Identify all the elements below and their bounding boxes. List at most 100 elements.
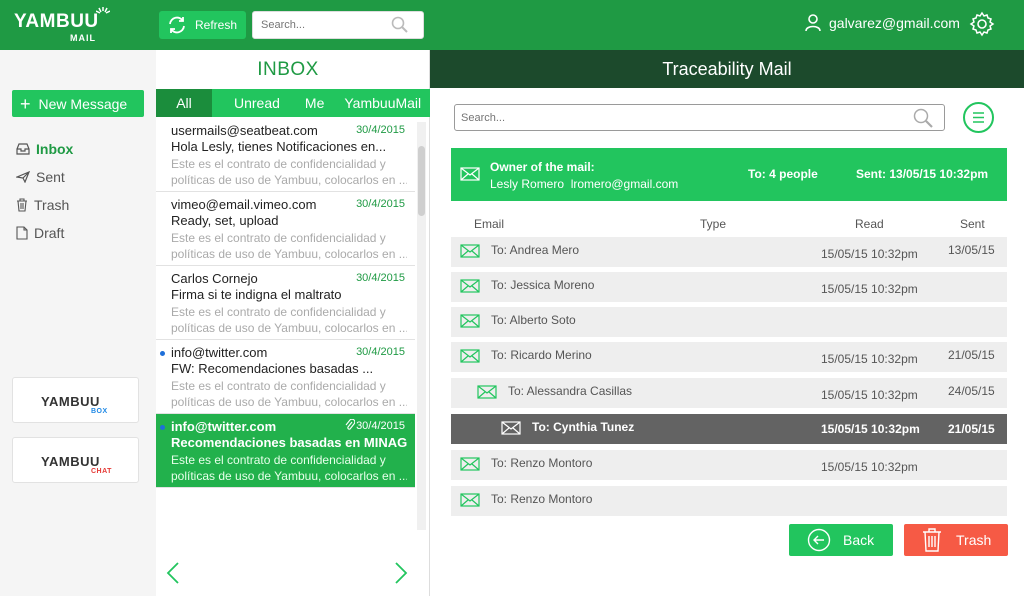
mail-list-item[interactable]: Carlos Cornejo 30/4/2015 Firma si te ind… [156, 266, 415, 340]
back-button[interactable]: Back [789, 524, 893, 556]
column-header-sent: Sent [960, 217, 985, 231]
preview-line: Este es el contrato de confidencialidad … [171, 231, 386, 245]
sidebar-item-label: Draft [34, 225, 65, 241]
envelope-icon [460, 279, 480, 293]
trash-icon [923, 528, 941, 552]
trace-row-selected[interactable]: To: Cynthia Tunez 15/05/15 10:32pm 21/05/1… [451, 414, 1007, 444]
preview-line: Este es el contrato de confidencialidad … [171, 453, 386, 467]
read-timestamp: 15/05/15 10:32pm [821, 352, 918, 366]
owner-summary-bar: Owner of the mail: Lesly Romero lromero@… [451, 148, 1007, 201]
trace-row[interactable]: To: Alberto Soto [451, 307, 1007, 337]
sidebar-item-draft[interactable]: Draft [16, 225, 64, 241]
mail-list-item[interactable]: info@twitter.com 30/4/2015 FW: Recomenda… [156, 340, 415, 414]
read-timestamp: 15/05/15 10:32pm [821, 282, 918, 296]
yambuu-chat-app[interactable]: YAMBUU CHAT [12, 437, 139, 483]
mail-preview: Este es el contrato de confidencialidad … [171, 156, 407, 188]
mail-list-item[interactable]: usermails@seatbeat.com 30/4/2015 Hola Le… [156, 118, 415, 192]
envelope-icon [460, 167, 480, 181]
tab-unread[interactable]: Unread [234, 89, 280, 117]
trace-panel-title: Traceability Mail [430, 50, 1024, 88]
trace-search-input[interactable] [455, 105, 895, 130]
read-timestamp: 15/05/15 10:32pm [821, 422, 920, 436]
recipient-name: To: Jessica Moreno [491, 278, 595, 292]
sent-label: Sent: [856, 167, 886, 181]
recipient-name: To: Alessandra Casillas [508, 384, 633, 398]
sent-value: 13/05/15 10:32pm [889, 167, 989, 181]
yambuu-mail-logo[interactable]: YAMBUU MAIL [14, 7, 114, 45]
top-search-input[interactable] [253, 12, 383, 38]
recipient-name: To: Ricardo Merino [491, 348, 592, 362]
plus-icon: + [20, 93, 31, 114]
yambuu-box-app[interactable]: YAMBUU BOX [12, 377, 139, 423]
scrollbar-thumb[interactable] [418, 146, 425, 216]
logo-subtext: MAIL [70, 33, 96, 43]
back-label: Back [843, 532, 875, 548]
new-message-button[interactable]: + New Message [12, 90, 144, 117]
arrow-left-circle-icon [807, 528, 831, 552]
trash-icon [17, 198, 27, 212]
search-icon[interactable] [912, 107, 934, 129]
mail-subject: Firma si te indigna el maltrato [171, 287, 342, 302]
recipient-count: To: 4 people [748, 167, 818, 181]
sent-date: 13/05/15 [948, 243, 995, 257]
tab-all[interactable]: All [156, 89, 212, 117]
mail-list-item[interactable]: vimeo@email.vimeo.com 30/4/2015 Ready, s… [156, 192, 415, 266]
trash-button[interactable]: Trash [904, 524, 1008, 556]
trace-row[interactable]: To: Ricardo Merino 15/05/15 10:32pm 21/05/… [451, 342, 1007, 372]
column-header-type: Type [700, 217, 727, 231]
sidebar-item-label: Inbox [36, 141, 74, 157]
draft-icon [16, 226, 28, 240]
sidebar-item-label: Sent [36, 169, 65, 185]
envelope-icon [460, 349, 480, 363]
envelope-icon [477, 385, 497, 399]
trace-row[interactable]: To: Renzo Montoro [451, 486, 1007, 516]
trace-search-box[interactable] [454, 104, 945, 131]
app-sub: CHAT [91, 468, 112, 475]
sidebar-item-sent[interactable]: Sent [16, 169, 65, 185]
hamburger-menu-button[interactable] [963, 102, 994, 133]
refresh-icon [169, 16, 185, 34]
trace-row[interactable]: To: Renzo Montoro 15/05/15 10:32pm [451, 450, 1007, 480]
mail-date: 30/4/2015 [356, 198, 405, 210]
trace-row[interactable]: To: Andrea Mero 15/05/15 10:32pm 13/05/15 [451, 237, 1007, 267]
new-message-label: New Message [38, 95, 128, 112]
mail-from: info@twitter.com [171, 419, 277, 434]
preview-line: políticas de uso de Yambuu, colocarlos e… [171, 321, 407, 335]
mail-subject: Ready, set, upload [171, 213, 279, 228]
tab-yambuumail[interactable]: YambuuMail [344, 89, 421, 117]
gear-icon[interactable] [969, 11, 995, 37]
mail-date: 30/4/2015 [356, 346, 405, 358]
mail-list-item-selected[interactable]: info@twitter.com 30/4/2015 Recomendacion… [156, 414, 415, 488]
chevron-right-icon[interactable] [394, 562, 408, 584]
top-search-box[interactable] [252, 11, 424, 39]
user-account[interactable]: galvarez@gmail.com [805, 14, 960, 32]
inbox-panel: INBOX All Unread Me YambuuMail usermails… [156, 50, 430, 596]
hamburger-icon [973, 112, 984, 123]
sent-info: Sent: 13/05/15 10:32pm [856, 167, 988, 181]
mail-subject: Recomendaciones basadas en MINAGRI [171, 435, 407, 450]
user-email: galvarez@gmail.com [829, 15, 960, 31]
preview-line: políticas de uso de Yambuu, colocarlos e… [171, 469, 407, 483]
tab-me[interactable]: Me [305, 89, 324, 117]
unread-dot [160, 425, 165, 430]
search-icon[interactable] [391, 16, 409, 34]
preview-line: Este es el contrato de confidencialidad … [171, 305, 386, 319]
mail-preview: Este es el contrato de confidencialidad … [171, 452, 407, 484]
logo-text: YAMBUU [14, 11, 99, 32]
refresh-button[interactable]: Refresh [159, 11, 246, 39]
inbox-scrollbar[interactable] [417, 122, 426, 530]
recipient-name: To: Renzo Montoro [491, 456, 593, 470]
owner-info: Lesly Romero lromero@gmail.com [490, 177, 678, 191]
trace-row[interactable]: To: Jessica Moreno 15/05/15 10:32pm [451, 272, 1007, 302]
user-icon [805, 14, 821, 32]
sidebar-item-inbox[interactable]: Inbox [16, 141, 73, 157]
sent-date: 21/05/15 [948, 348, 995, 362]
inbox-tabs: All Unread Me YambuuMail [156, 89, 430, 117]
mail-preview: Este es el contrato de confidencialidad … [171, 378, 407, 410]
chevron-left-icon[interactable] [166, 562, 180, 584]
mail-from: info@twitter.com [171, 345, 268, 360]
owner-email: lromero@gmail.com [570, 177, 679, 191]
trash-label: Trash [956, 532, 992, 548]
trace-row[interactable]: To: Alessandra Casillas 15/05/15 10:32pm 2… [451, 378, 1007, 408]
sidebar-item-trash[interactable]: Trash [16, 197, 69, 213]
